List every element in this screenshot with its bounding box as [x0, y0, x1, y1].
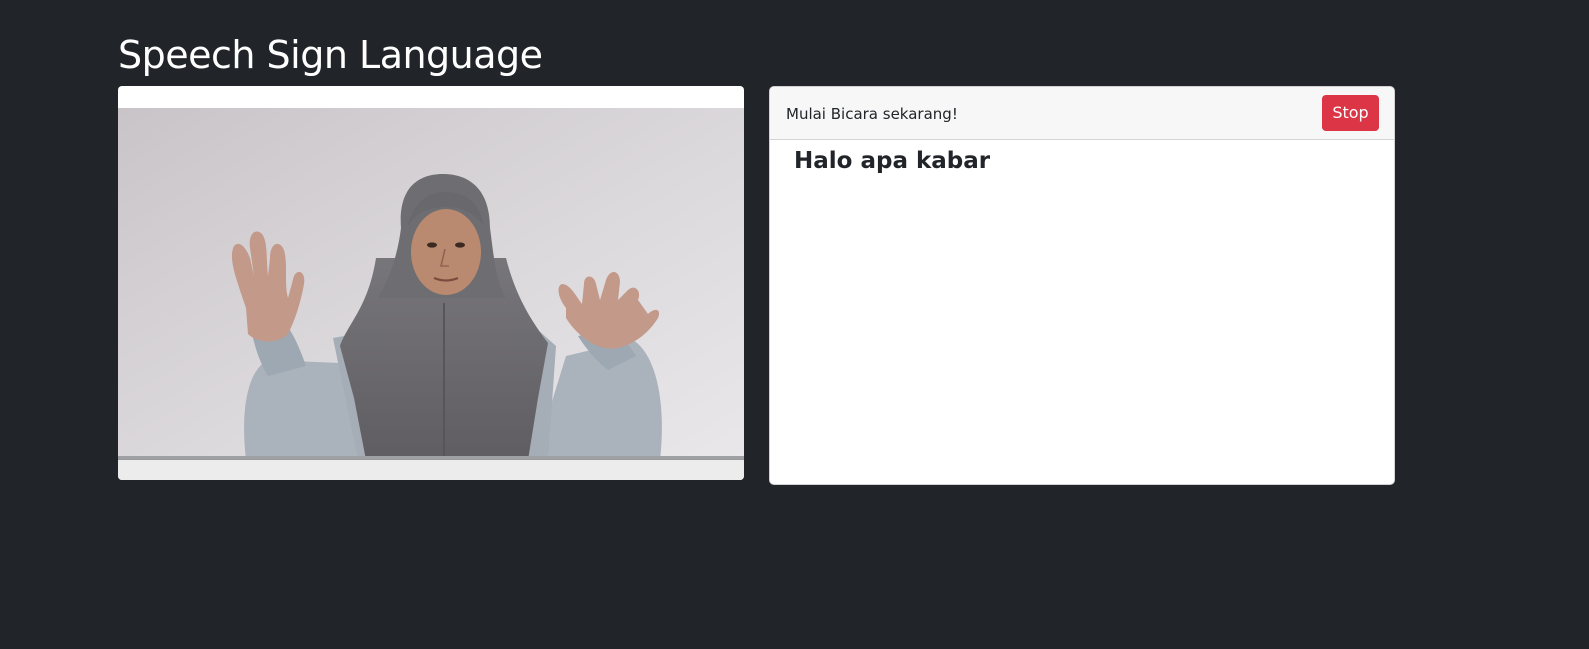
video-frame-image: [118, 108, 744, 460]
speech-panel: Mulai Bicara sekarang! Stop Halo apa kab…: [769, 86, 1395, 485]
speech-transcript: Halo apa kabar: [794, 148, 991, 174]
speech-panel-header: Mulai Bicara sekarang! Stop: [770, 87, 1394, 140]
page-title: Speech Sign Language: [118, 33, 543, 77]
video-controls-bar[interactable]: [118, 459, 744, 480]
sign-video-panel: [118, 86, 744, 480]
sign-language-video[interactable]: [118, 108, 744, 460]
speech-status-text: Mulai Bicara sekarang!: [786, 105, 958, 123]
stop-button[interactable]: Stop: [1322, 95, 1379, 131]
